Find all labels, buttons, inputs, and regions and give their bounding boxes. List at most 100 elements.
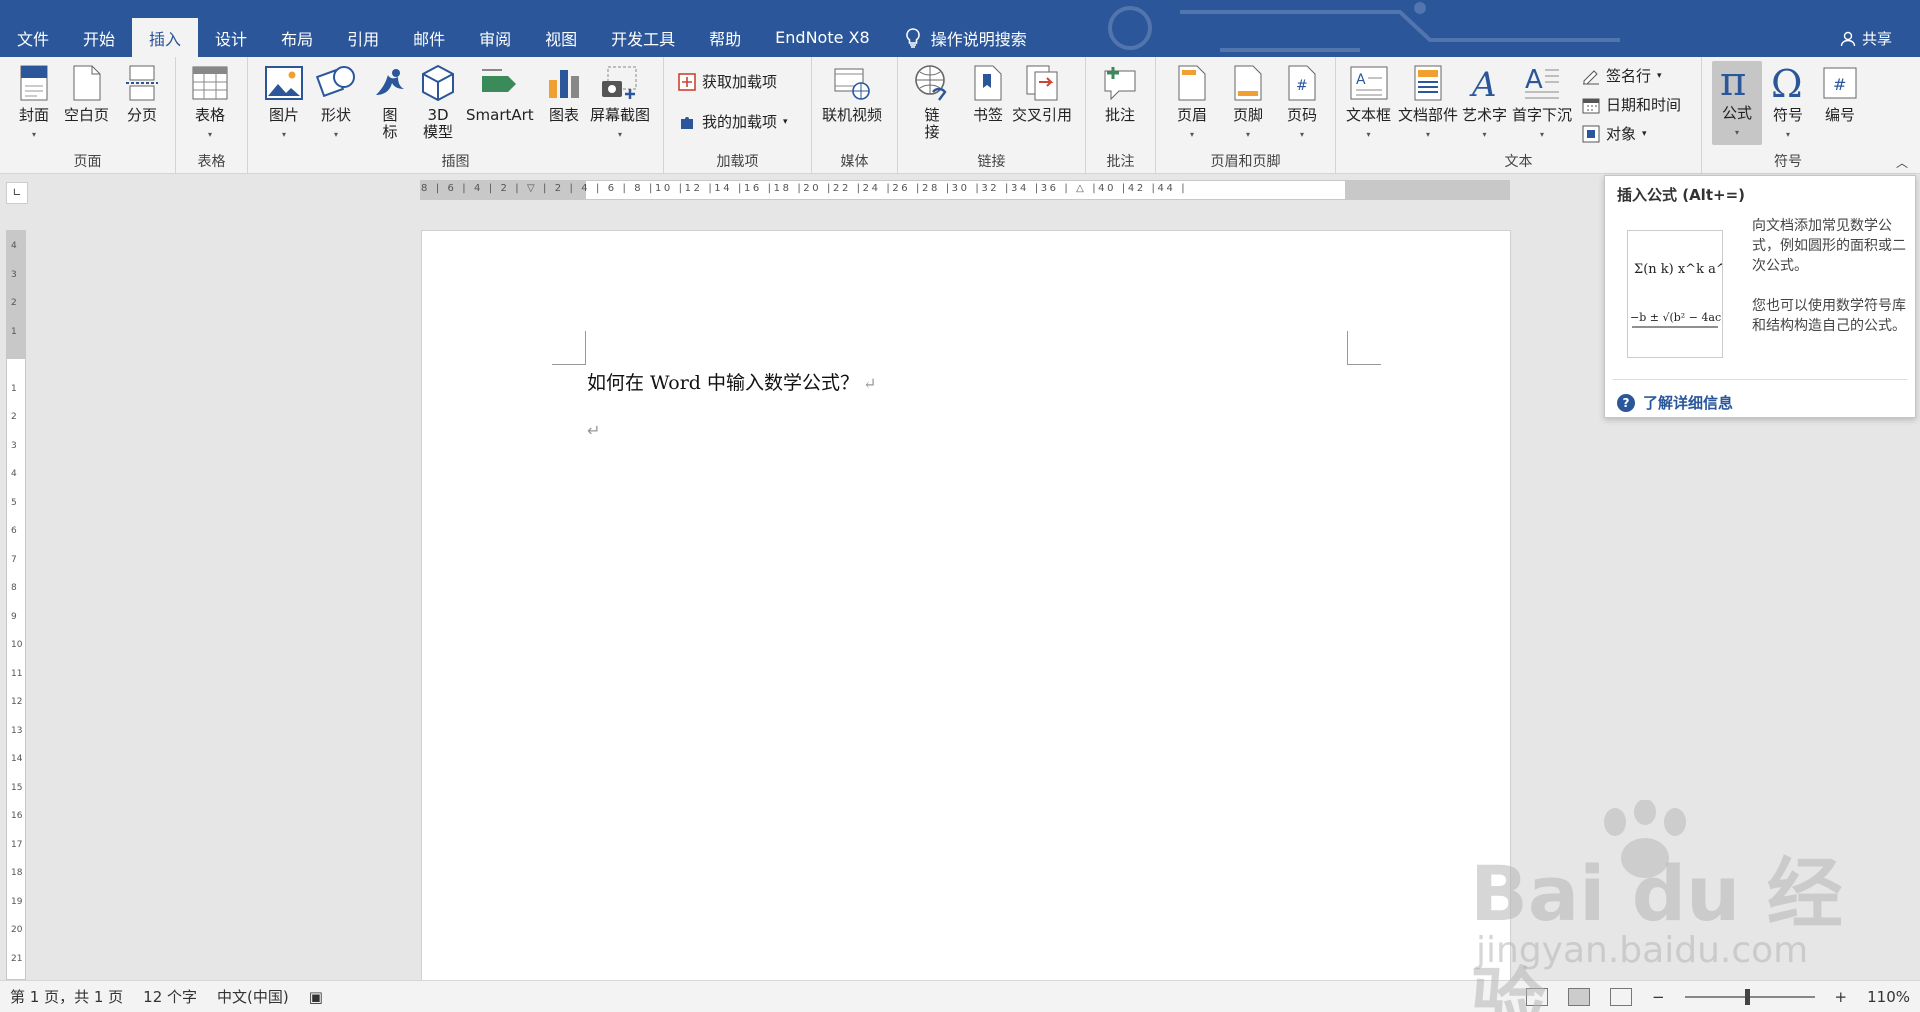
header-button[interactable]: 页眉 ▾ — [1172, 63, 1212, 143]
pi-icon: π — [1720, 61, 1746, 101]
smartart-icon — [481, 69, 516, 92]
picture-icon — [265, 66, 303, 100]
table-button[interactable]: 表格 ▾ — [190, 63, 230, 143]
blank-page-icon — [73, 65, 100, 101]
screenshot-button[interactable]: 屏幕截图 ▾ — [590, 63, 650, 143]
symbol-button[interactable]: Ω 符号 ▾ — [1768, 63, 1808, 143]
calendar-icon — [1582, 98, 1600, 113]
cover-page-button[interactable]: 封面 ▾ — [14, 63, 54, 143]
quadratic-formula: −b ± √(b² − 4ac) / 2a — [1630, 311, 1722, 324]
vertical-ruler-number: 18 — [11, 868, 23, 878]
picture-button[interactable]: 图片 ▾ — [264, 63, 304, 143]
tab-references[interactable]: 引用 — [330, 18, 396, 57]
share-button[interactable]: 共享 — [1840, 28, 1892, 49]
document-page[interactable]: 如何在 Word 中输入数学公式？ ↵ ↵ — [421, 230, 1511, 990]
group-illustrations: 图片 ▾ 形状 ▾ 图 标 3D 模型 SmartArt 图表 屏幕截图 ▾ 插图 — [248, 57, 664, 174]
tab-file[interactable]: 文件 — [0, 18, 66, 57]
page-count[interactable]: 第 1 页，共 1 页 — [0, 986, 133, 1007]
table-icon — [192, 66, 228, 100]
drop-cap-button[interactable]: A 首字下沉 ▾ — [1512, 63, 1572, 143]
comment-button[interactable]: 批注 — [1100, 63, 1140, 124]
zoom-slider-thumb[interactable] — [1744, 988, 1750, 1005]
vertical-ruler-number: 12 — [11, 697, 23, 707]
vertical-ruler-number: 8 — [11, 583, 17, 593]
zoom-slider[interactable] — [1684, 988, 1815, 1005]
vertical-ruler-number: 19 — [11, 896, 23, 907]
tab-review[interactable]: 审阅 — [462, 18, 528, 57]
vertical-ruler-number: 6 — [11, 526, 17, 536]
text-box-button[interactable]: A 文本框 ▾ — [1346, 63, 1391, 143]
object-button[interactable]: 对象 ▾ — [1582, 123, 1647, 144]
vertical-ruler[interactable]: 4 3 2 1 1 2 3 4 5 6 7 8 9 10 11 12 13 14 15 16 17 18 19 20 21 — [6, 230, 26, 980]
3d-models-button[interactable]: 3D 模型 — [418, 63, 458, 141]
horizontal-ruler[interactable]: 8 | 6 | 4 | 2 | ▽ | 2 | 4 | 6 | 8 |10 |1… — [420, 180, 1510, 200]
group-label-header-footer: 页眉和页脚 — [1210, 154, 1281, 170]
read-mode-icon[interactable] — [1525, 987, 1548, 1006]
drop-cap-icon: A — [1525, 65, 1559, 99]
cross-reference-button[interactable]: 交叉引用 — [1012, 63, 1072, 124]
vertical-ruler-number: 13 — [11, 725, 23, 736]
group-comments: 批注 批注 — [1086, 57, 1156, 174]
chart-button[interactable]: 图表 — [544, 63, 584, 124]
get-addins-button[interactable]: 获取加载项 — [678, 71, 777, 92]
page-break-icon — [126, 65, 158, 101]
tab-design[interactable]: 设计 — [198, 18, 264, 57]
tab-stop-selector[interactable]: ∟ — [6, 182, 28, 204]
page-break-button[interactable]: 分页 — [122, 63, 162, 124]
date-time-button[interactable]: 日期和时间 — [1582, 94, 1681, 115]
tell-me-search[interactable]: 操作说明搜索 — [887, 18, 1027, 57]
macro-record-icon[interactable]: ▣ — [299, 988, 333, 1006]
tab-developer[interactable]: 开发工具 — [594, 18, 692, 57]
tab-layout[interactable]: 布局 — [264, 18, 330, 57]
page-number-button[interactable]: # 页码 ▾ — [1282, 63, 1322, 143]
my-addins-button[interactable]: 我的加载项 ▾ — [678, 111, 788, 132]
smartart-button[interactable]: SmartArt — [466, 63, 534, 124]
icons-button[interactable]: 图 标 — [370, 63, 410, 141]
print-layout-icon[interactable] — [1567, 987, 1590, 1006]
group-links: 链 接 书签 交叉引用 链接 — [898, 57, 1086, 174]
link-button[interactable]: 链 接 — [912, 63, 952, 141]
shapes-button[interactable]: 形状 ▾ — [316, 63, 356, 143]
bookmark-icon — [974, 65, 1002, 101]
group-addins: 获取加载项 我的加载项 ▾ 加载项 — [664, 57, 812, 174]
tab-insert[interactable]: 插入 — [132, 18, 199, 57]
zoom-out-icon[interactable]: − — [1652, 988, 1665, 1006]
signature-icon — [1583, 69, 1599, 84]
blank-page-button[interactable]: 空白页 — [64, 63, 109, 124]
web-layout-icon[interactable] — [1609, 987, 1632, 1006]
online-video-button[interactable]: 联机视频 — [822, 63, 882, 124]
tab-help[interactable]: 帮助 — [692, 18, 758, 57]
empty-paragraph-mark[interactable]: ↵ — [587, 421, 600, 440]
word-count[interactable]: 12 个字 — [133, 986, 207, 1007]
learn-more-link[interactable]: ? 了解详细信息 — [1617, 392, 1733, 413]
svg-text:A: A — [1525, 65, 1543, 95]
footer-button[interactable]: 页脚 ▾ — [1228, 63, 1268, 143]
cover-page-icon — [20, 65, 48, 101]
tab-home[interactable]: 开始 — [66, 18, 132, 57]
comment-icon — [1104, 67, 1136, 101]
wordart-button[interactable]: A 艺术字 ▾ — [1462, 63, 1507, 143]
zoom-level[interactable]: 110% — [1867, 988, 1910, 1006]
bookmark-button[interactable]: 书签 — [968, 63, 1008, 124]
vertical-ruler-number: 10 — [11, 640, 23, 650]
vertical-ruler-number: 1 — [11, 326, 17, 337]
equation-preview-image: Σ(n k) x^k a^(n−k) −b ± √(b² − 4ac) / 2a — [1627, 230, 1764, 358]
zoom-in-icon[interactable]: + — [1835, 988, 1848, 1006]
signature-line-button[interactable]: 签名行 ▾ — [1582, 65, 1662, 86]
tab-endnote[interactable]: EndNote X8 — [758, 18, 887, 57]
numbering-button[interactable]: # 编号 — [1820, 63, 1860, 124]
group-label-comments: 批注 — [1106, 154, 1135, 170]
footer-icon — [1234, 65, 1262, 101]
status-bar: 第 1 页，共 1 页 12 个字 中文(中国) ▣ − + 110% — [0, 980, 1920, 1012]
quick-parts-icon — [1414, 65, 1442, 101]
document-text-line[interactable]: 如何在 Word 中输入数学公式？ ↵ — [587, 368, 876, 395]
collapse-ribbon-icon[interactable]: ︿ — [1896, 154, 1908, 171]
tab-mailings[interactable]: 邮件 — [396, 18, 462, 57]
equation-button[interactable]: π 公式 ▾ — [1712, 61, 1762, 145]
bar-chart-icon — [549, 70, 579, 98]
language[interactable]: 中文(中国) — [207, 986, 299, 1007]
quick-parts-button[interactable]: 文档部件 ▾ — [1398, 63, 1458, 143]
tab-view[interactable]: 视图 — [528, 18, 594, 57]
horizontal-ruler-ticks: 8 | 6 | 4 | 2 | ▽ | 2 | 4 | 6 | 8 |10 |1… — [421, 183, 1188, 194]
lightbulb-icon — [905, 27, 920, 48]
